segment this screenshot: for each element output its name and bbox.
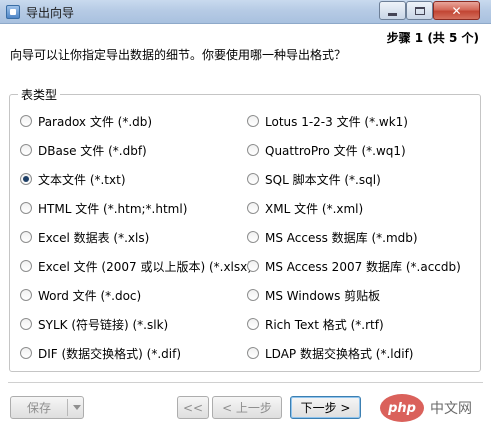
export-format-option[interactable]: QuattroPro 文件 (*.wq1) [247, 141, 406, 159]
export-format-label: Word 文件 (*.doc) [38, 288, 142, 303]
radio-button[interactable] [247, 231, 259, 243]
export-format-label: MS Access 2007 数据库 (*.accdb) [265, 259, 461, 274]
radio-button[interactable] [247, 318, 259, 330]
radio-button[interactable] [247, 260, 259, 272]
radio-button[interactable] [20, 173, 32, 185]
title-bar: 导出向导 ✕ [0, 0, 491, 24]
export-format-option[interactable]: Rich Text 格式 (*.rtf) [247, 315, 384, 333]
step-indicator: 步骤 1 (共 5 个) [386, 31, 479, 45]
export-format-option[interactable]: MS Windows 剪贴板 [247, 286, 380, 304]
app-icon [6, 5, 20, 19]
export-format-label: MS Windows 剪贴板 [265, 288, 381, 303]
close-button[interactable]: ✕ [433, 1, 480, 20]
radio-button[interactable] [20, 231, 32, 243]
maximize-icon [414, 6, 425, 15]
export-format-label: Excel 文件 (2007 或以上版本) (*.xlsx) [38, 259, 252, 274]
save-button-label: 保存 [27, 401, 52, 415]
export-format-label: DBase 文件 (*.dbf) [38, 143, 147, 158]
export-format-option[interactable]: Word 文件 (*.doc) [20, 286, 141, 304]
export-format-label: QuattroPro 文件 (*.wq1) [265, 143, 406, 158]
radio-button[interactable] [20, 347, 32, 359]
chevron-down-icon[interactable] [73, 405, 81, 410]
window-title: 导出向导 [26, 6, 75, 20]
minimize-button[interactable] [379, 1, 406, 20]
radio-button[interactable] [20, 260, 32, 272]
watermark: php 中文网 [380, 389, 491, 427]
radio-button[interactable] [20, 115, 32, 127]
radio-button[interactable] [247, 289, 259, 301]
table-type-group-label: 表类型 [18, 86, 61, 103]
export-format-option[interactable]: LDAP 数据交换格式 (*.ldif) [247, 344, 413, 362]
export-format-option[interactable]: Paradox 文件 (*.db) [20, 112, 152, 130]
radio-button[interactable] [247, 347, 259, 359]
close-icon: ✕ [451, 3, 462, 18]
export-format-label: MS Access 数据库 (*.mdb) [265, 230, 418, 245]
radio-button[interactable] [20, 202, 32, 214]
export-format-label: SYLK (符号链接) (*.slk) [38, 317, 169, 332]
radio-button[interactable] [247, 202, 259, 214]
footer-separator [8, 382, 483, 383]
export-format-option[interactable]: MS Access 2007 数据库 (*.accdb) [247, 257, 461, 275]
radio-button[interactable] [247, 144, 259, 156]
export-format-option[interactable]: SQL 脚本文件 (*.sql) [247, 170, 381, 188]
next-step-button[interactable]: 下一步 > [290, 396, 361, 419]
export-format-label: XML 文件 (*.xml) [265, 201, 364, 216]
export-format-label: HTML 文件 (*.htm;*.html) [38, 201, 188, 216]
export-format-option[interactable]: Excel 数据表 (*.xls) [20, 228, 149, 246]
export-format-option[interactable]: XML 文件 (*.xml) [247, 199, 363, 217]
save-split-divider [67, 399, 68, 416]
export-format-label: DIF (数据交换格式) (*.dif) [38, 346, 182, 361]
export-format-option[interactable]: 文本文件 (*.txt) [20, 170, 126, 188]
export-format-option[interactable]: SYLK (符号链接) (*.slk) [20, 315, 168, 333]
previous-step-button[interactable]: < 上一步 [212, 396, 282, 419]
export-format-option[interactable]: DIF (数据交换格式) (*.dif) [20, 344, 181, 362]
export-format-option[interactable]: Lotus 1-2-3 文件 (*.wk1) [247, 112, 408, 130]
wizard-prompt: 向导可以让你指定导出数据的细节。你要使用哪一种导出格式？ [10, 48, 347, 62]
export-format-label: LDAP 数据交换格式 (*.ldif) [265, 346, 414, 361]
radio-button[interactable] [20, 318, 32, 330]
export-format-option[interactable]: DBase 文件 (*.dbf) [20, 141, 147, 159]
export-format-label: Rich Text 格式 (*.rtf) [265, 317, 384, 332]
export-format-option[interactable]: HTML 文件 (*.htm;*.html) [20, 199, 187, 217]
maximize-button[interactable] [406, 1, 433, 20]
minimize-icon [388, 12, 397, 16]
export-format-option[interactable]: Excel 文件 (2007 或以上版本) (*.xlsx) [20, 257, 252, 275]
save-button[interactable]: 保存 [10, 396, 84, 419]
export-format-label: 文本文件 (*.txt) [38, 172, 126, 187]
radio-button[interactable] [247, 173, 259, 185]
export-format-label: Paradox 文件 (*.db) [38, 114, 153, 129]
radio-button[interactable] [20, 144, 32, 156]
radio-button[interactable] [247, 115, 259, 127]
export-format-label: SQL 脚本文件 (*.sql) [265, 172, 381, 187]
first-step-button[interactable]: << [177, 396, 209, 419]
watermark-logo: php [380, 394, 424, 422]
watermark-text: 中文网 [430, 401, 472, 417]
radio-button[interactable] [20, 289, 32, 301]
export-format-label: Lotus 1-2-3 文件 (*.wk1) [265, 114, 408, 129]
export-format-option[interactable]: MS Access 数据库 (*.mdb) [247, 228, 418, 246]
export-format-label: Excel 数据表 (*.xls) [38, 230, 150, 245]
